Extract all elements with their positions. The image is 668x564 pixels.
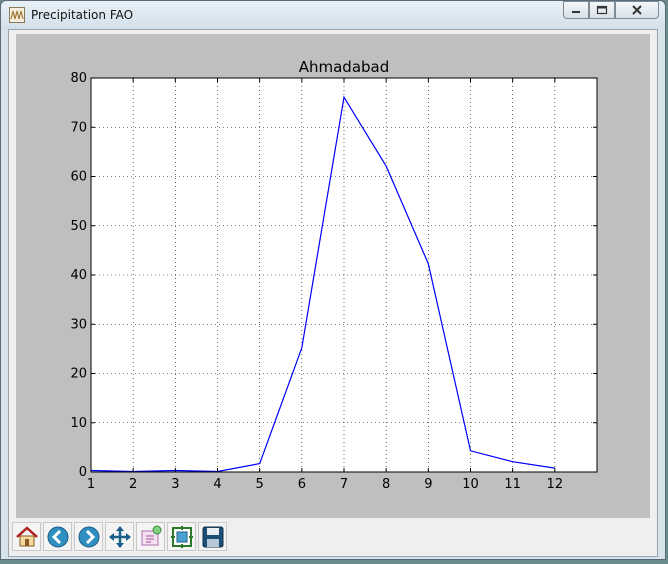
y-tick-label: 10 [70, 416, 87, 431]
home-button[interactable] [12, 522, 41, 551]
app-window: Precipitation FAO 1 2 3 4 5 6 7 8 9 10 11 12 0 10 20 30… [0, 0, 666, 560]
x-tick-label: 4 [213, 477, 221, 492]
chart-title: Ahmadabad [299, 58, 390, 76]
x-tick-label: 8 [382, 477, 390, 492]
x-tick-label: 7 [340, 477, 348, 492]
x-tick-label: 2 [129, 477, 137, 492]
x-tick-label: 12 [547, 477, 564, 492]
save-button[interactable] [198, 522, 227, 551]
x-tick-label: 1 [87, 477, 95, 492]
forward-button[interactable] [74, 522, 103, 551]
y-tick-label: 70 [70, 120, 87, 135]
y-tick-label: 60 [70, 170, 87, 185]
floppy-disk-icon [202, 526, 223, 547]
subplots-button[interactable] [167, 522, 196, 551]
back-arrow-icon [47, 526, 68, 547]
home-icon [15, 525, 38, 546]
line-chart: 1 2 3 4 5 6 7 8 9 10 11 1201020304050607080Ahmadaba… [70, 58, 598, 492]
maximize-icon [596, 5, 608, 15]
chart-app-icon [9, 7, 25, 23]
y-tick-label: 40 [70, 268, 87, 283]
x-tick-label: 6 [298, 477, 306, 492]
y-tick-label: 80 [70, 71, 87, 86]
minimize-icon [572, 11, 580, 13]
minimize-button[interactable] [563, 1, 589, 19]
y-tick-label: 50 [70, 219, 87, 234]
pan-button[interactable] [105, 522, 134, 551]
figure-canvas[interactable]: 1 2 3 4 5 6 7 8 9 10 11 12 0 10 20 30 40 50 60 70 80 Ahmadaba… [16, 34, 650, 518]
y-tick-label: 0 [79, 465, 87, 480]
close-button[interactable] [615, 1, 659, 19]
x-tick-label: 11 [504, 477, 521, 492]
back-button[interactable] [43, 522, 72, 551]
x-tick-label: 9 [424, 477, 432, 492]
x-tick-label: 5 [256, 477, 264, 492]
maximize-button[interactable] [589, 1, 615, 19]
figure-client-area: 1 2 3 4 5 6 7 8 9 10 11 12 0 10 20 30 40 50 60 70 80 Ahmadaba… [8, 29, 658, 557]
forward-arrow-icon [78, 526, 99, 547]
window-title: Precipitation FAO [31, 8, 134, 22]
zoom-rect-icon [141, 525, 161, 545]
caption-buttons [563, 1, 659, 21]
navigation-toolbar [12, 522, 227, 554]
zoom-button[interactable] [136, 522, 165, 551]
y-tick-label: 30 [70, 317, 87, 332]
x-tick-label: 3 [171, 477, 179, 492]
pan-arrows-icon [108, 525, 131, 548]
title-bar[interactable]: Precipitation FAO [1, 1, 665, 29]
y-tick-label: 20 [70, 367, 87, 382]
x-tick-label: 10 [462, 477, 479, 492]
close-icon [632, 5, 642, 15]
subplots-config-icon [170, 525, 193, 548]
